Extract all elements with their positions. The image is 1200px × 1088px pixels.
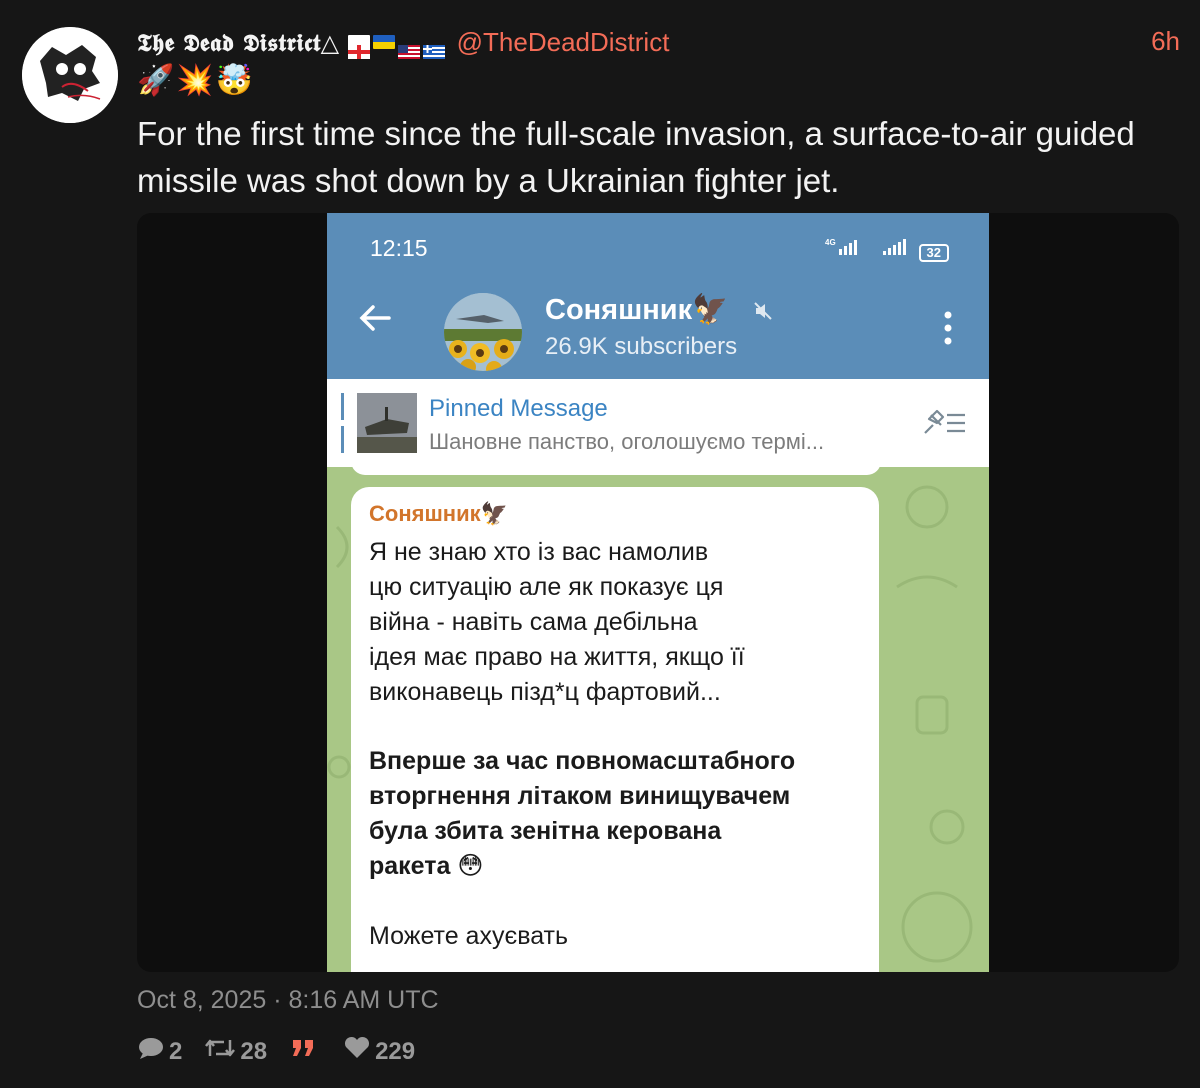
- usa-flag-icon: [397, 35, 420, 59]
- retweet-count: 28: [240, 1037, 268, 1065]
- heart-icon: [343, 1036, 371, 1067]
- reply-count: 2: [169, 1037, 183, 1065]
- collision-emoji: 💥: [176, 64, 214, 97]
- like-count: 229: [375, 1037, 416, 1065]
- message-bubble[interactable]: Соняшник🦅 Я не знаю хто із вас намолив ц…: [351, 487, 879, 972]
- pinned-text: Шановне панство, оголошуємо термі...: [429, 429, 825, 454]
- channel-avatar[interactable]: [444, 293, 522, 371]
- channel-name[interactable]: Соняшник🦅: [545, 293, 728, 327]
- tweet-time[interactable]: 6h: [1151, 26, 1180, 57]
- pinned-thumbnail: [357, 393, 417, 453]
- pinned-indicator: [341, 393, 344, 453]
- message-paragraph-3: Можете ахуєвать: [369, 922, 569, 950]
- status-icons: 4G 32: [825, 237, 949, 262]
- previous-message-bubble: [351, 461, 881, 475]
- greece-flag-icon: [422, 35, 445, 59]
- message-sender[interactable]: Соняшник🦅: [369, 501, 508, 527]
- retweet-stat[interactable]: 28: [204, 1036, 267, 1067]
- telegram-header: 12:15 4G 32 Соняшник🦅 26.9K subscribers: [327, 213, 989, 379]
- telegram-screenshot: 12:15 4G 32 Соняшник🦅 26.9K subscribers …: [327, 213, 989, 972]
- signal-icon: 4G: [825, 237, 873, 262]
- quote-icon: [289, 1036, 317, 1067]
- georgia-flag-icon: [347, 35, 370, 59]
- message-paragraph-2: Вперше за час повномасштабного вторгненн…: [369, 747, 796, 880]
- pinned-title: Pinned Message: [429, 395, 608, 422]
- tweet-text: For the first time since the full-scale …: [137, 115, 1135, 199]
- tweet-stats: 2 28 229: [137, 1036, 437, 1067]
- tweet-media[interactable]: 12:15 4G 32 Соняшник🦅 26.9K subscribers …: [137, 213, 1179, 972]
- message-paragraph-1: Я не знаю хто із вас намолив цю ситуацію…: [369, 538, 745, 706]
- pinned-message-bar[interactable]: Pinned Message Шановне панство, оголошує…: [327, 379, 989, 467]
- display-name[interactable]: 𝕿𝖍𝖊 𝕯𝖊𝖆𝖉 𝕯𝖎𝖘𝖙𝖗𝖎𝖈𝖙△: [137, 28, 340, 57]
- pin-list-icon[interactable]: [921, 409, 967, 442]
- like-stat[interactable]: 229: [343, 1036, 415, 1067]
- quote-stat[interactable]: [289, 1036, 321, 1067]
- mute-icon: [753, 301, 773, 326]
- subscriber-count: 26.9K subscribers: [545, 333, 738, 360]
- flag-icons: [347, 35, 445, 59]
- retweet-icon: [204, 1036, 236, 1067]
- tweet-header: 𝕿𝖍𝖊 𝕯𝖊𝖆𝖉 𝕯𝖎𝖘𝖙𝖗𝖎𝖈𝖙△ @TheDeadDistrict 6h: [137, 22, 1180, 62]
- ukraine-flag-icon: [372, 35, 395, 49]
- emoji-row: 🚀 💥 🤯: [137, 63, 253, 103]
- battery-icon: 32: [918, 244, 949, 262]
- network-label: 4G: [825, 238, 836, 247]
- mind-blown-emoji: 🤯: [215, 64, 254, 97]
- rocket-emoji: 🚀: [137, 64, 175, 97]
- reply-icon: [137, 1036, 165, 1067]
- author-handle[interactable]: @TheDeadDistrict: [457, 27, 670, 58]
- status-time: 12:15: [370, 235, 428, 261]
- more-options-icon[interactable]: [943, 311, 953, 350]
- tweet-date[interactable]: Oct 8, 2025 · 8:16 AM UTC: [137, 986, 439, 1015]
- back-arrow-icon[interactable]: [357, 303, 393, 338]
- reply-stat[interactable]: 2: [137, 1036, 182, 1067]
- signal-icon-2: [881, 237, 911, 262]
- tweet: 𝕿𝖍𝖊 𝕯𝖊𝖆𝖉 𝕯𝖎𝖘𝖙𝖗𝖎𝖈𝖙△ @TheDeadDistrict 6h 🚀…: [0, 0, 1200, 1088]
- author-avatar[interactable]: [22, 27, 118, 123]
